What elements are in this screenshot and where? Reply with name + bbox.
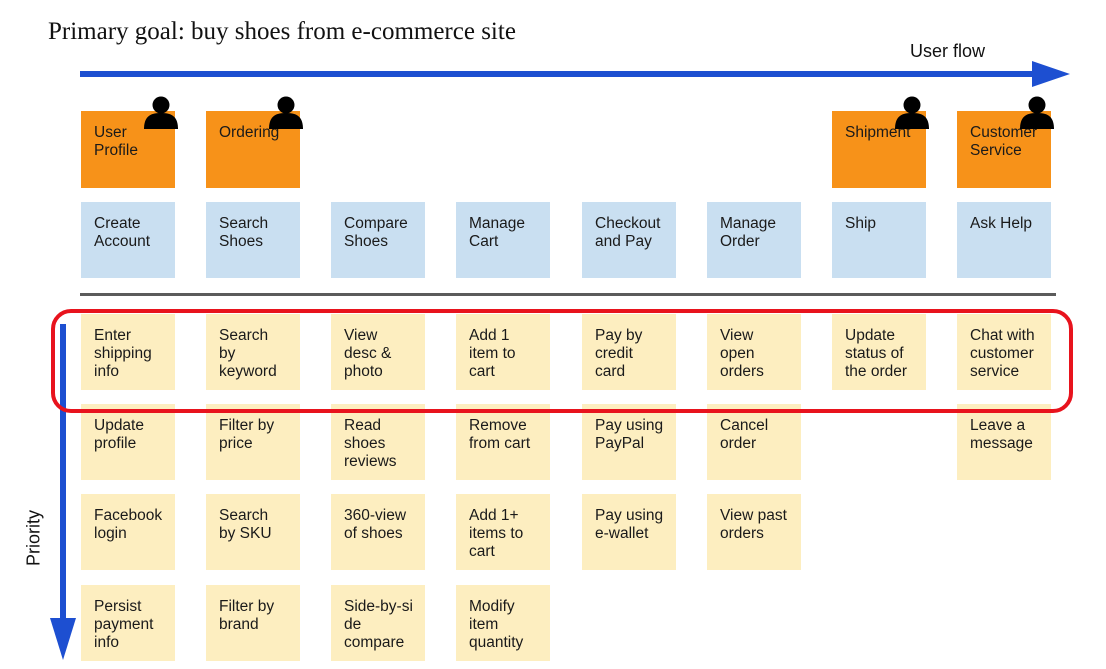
- user-icon: [1018, 95, 1056, 129]
- task-card: Modify item quantity: [456, 585, 550, 661]
- task-card: Leave a message: [957, 404, 1051, 480]
- task-card: Filter by price: [206, 404, 300, 480]
- step-card: Ask Help: [957, 202, 1051, 278]
- task-card: Facebook login: [81, 494, 175, 570]
- task-card: Filter by brand: [206, 585, 300, 661]
- step-card: Create Account: [81, 202, 175, 278]
- backbone-separator: [80, 293, 1056, 296]
- task-card: Side-by-si de compare: [331, 585, 425, 661]
- task-card: Read shoes reviews: [331, 404, 425, 480]
- step-card: Search Shoes: [206, 202, 300, 278]
- step-card: Manage Order: [707, 202, 801, 278]
- task-card: Pay using PayPal: [582, 404, 676, 480]
- task-card: 360-view of shoes: [331, 494, 425, 570]
- task-card: Pay using e-wallet: [582, 494, 676, 570]
- task-card: View past orders: [707, 494, 801, 570]
- step-card: Compare Shoes: [331, 202, 425, 278]
- step-card: Ship: [832, 202, 926, 278]
- task-card: Cancel order: [707, 404, 801, 480]
- user-icon: [267, 95, 305, 129]
- task-card: Remove from cart: [456, 404, 550, 480]
- release-highlight: [51, 309, 1073, 413]
- user-icon: [893, 95, 931, 129]
- task-card: Add 1+ items to cart: [456, 494, 550, 570]
- task-card: Update profile: [81, 404, 175, 480]
- task-card: Search by SKU: [206, 494, 300, 570]
- user-flow-arrow: [80, 61, 1070, 87]
- step-card: Checkout and Pay: [582, 202, 676, 278]
- step-card: Manage Cart: [456, 202, 550, 278]
- task-card: Persist payment info: [81, 585, 175, 661]
- user-icon: [142, 95, 180, 129]
